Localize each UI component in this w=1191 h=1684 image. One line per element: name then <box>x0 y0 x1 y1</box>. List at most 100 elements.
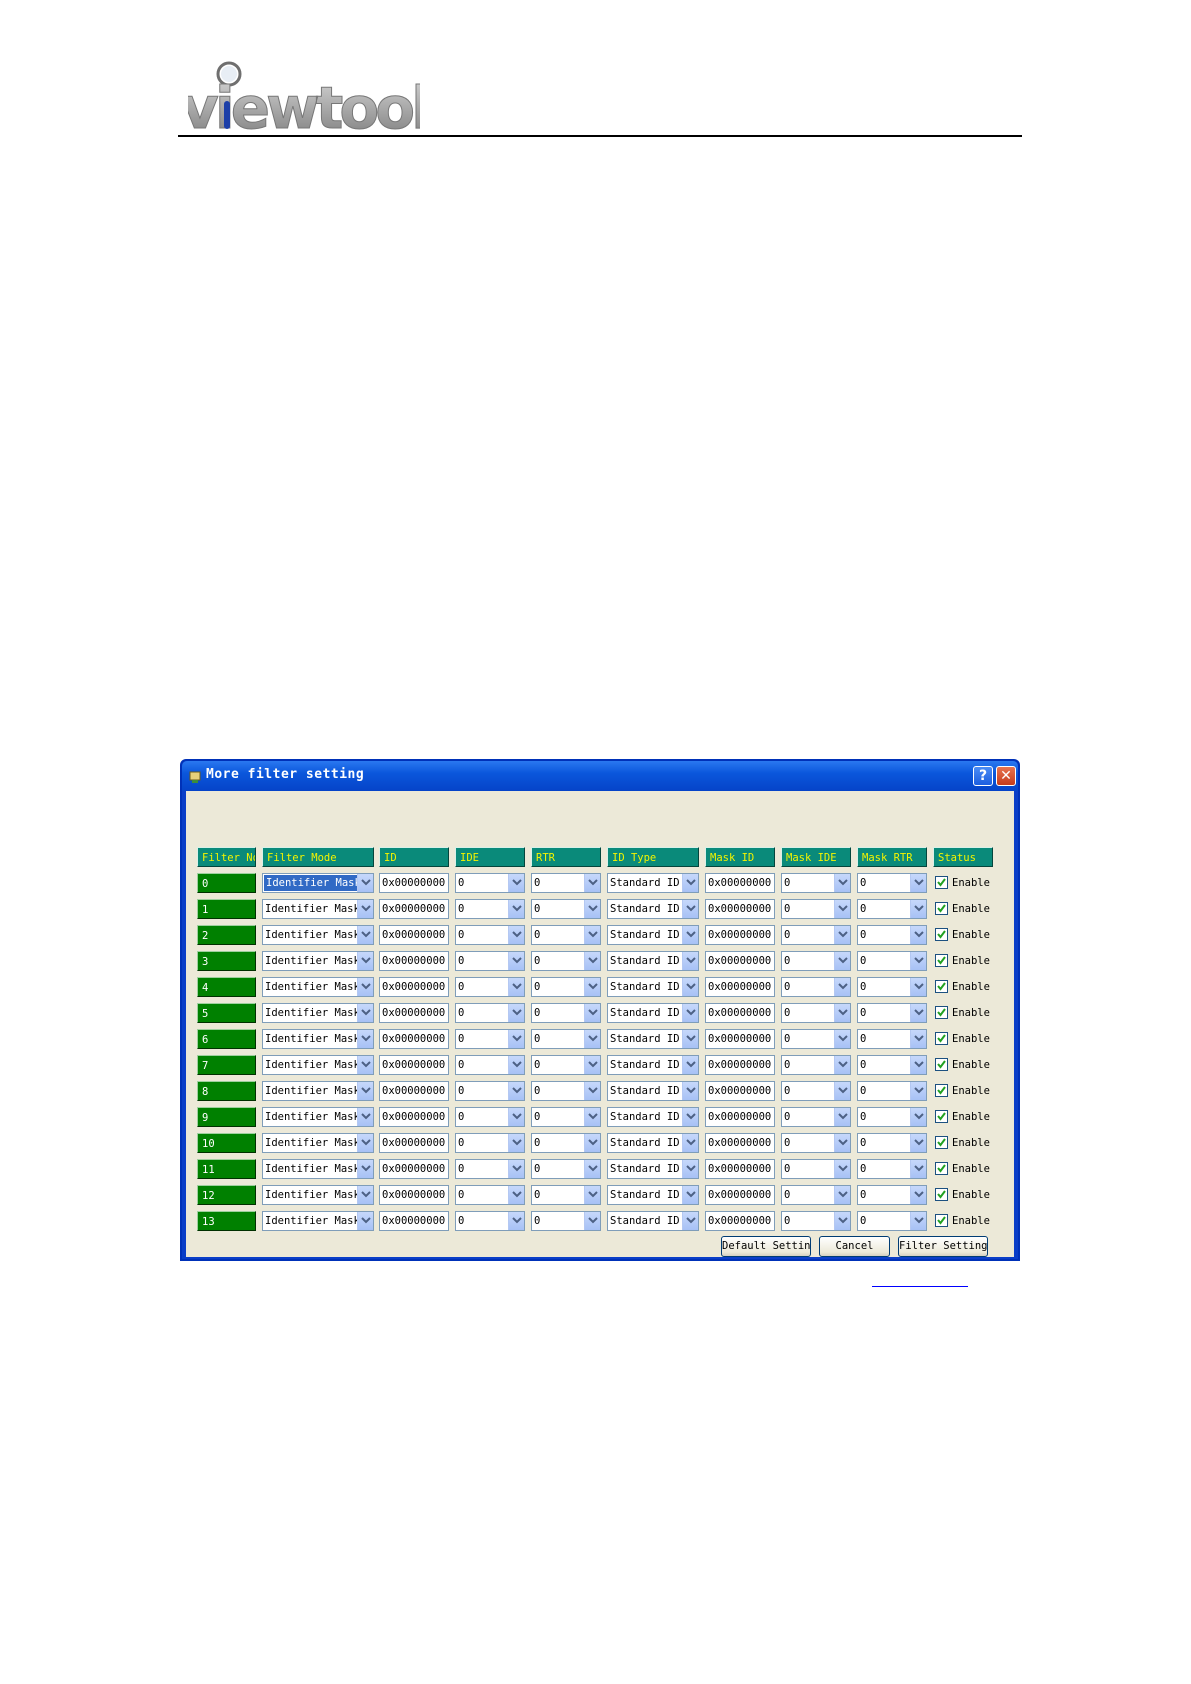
mask-rtr-select[interactable]: 0 <box>857 951 927 971</box>
mask-ide-select[interactable]: 0 <box>781 977 851 997</box>
mask-rtr-select[interactable]: 0 <box>857 1107 927 1127</box>
chevron-down-icon[interactable] <box>834 1004 850 1022</box>
chevron-down-icon[interactable] <box>357 874 373 892</box>
id-type-select[interactable]: Standard ID <box>607 1211 699 1231</box>
chevron-down-icon[interactable] <box>508 1056 524 1074</box>
enable-checkbox[interactable] <box>935 1058 948 1071</box>
id-field[interactable]: 0x00000000 <box>379 1003 449 1023</box>
chevron-down-icon[interactable] <box>834 1186 850 1204</box>
chevron-down-icon[interactable] <box>910 1212 926 1230</box>
mask-ide-select[interactable]: 0 <box>781 1055 851 1075</box>
chevron-down-icon[interactable] <box>682 1108 698 1126</box>
ide-select[interactable]: 0 <box>455 925 525 945</box>
filter-mode-select[interactable]: Identifier Mask <box>262 1055 374 1075</box>
chevron-down-icon[interactable] <box>357 1186 373 1204</box>
id-field[interactable]: 0x00000000 <box>379 1055 449 1075</box>
chevron-down-icon[interactable] <box>910 1082 926 1100</box>
filter-mode-select[interactable]: Identifier Mask <box>262 925 374 945</box>
id-field[interactable]: 0x00000000 <box>379 899 449 919</box>
chevron-down-icon[interactable] <box>682 1056 698 1074</box>
rtr-select[interactable]: 0 <box>531 1185 601 1205</box>
id-field[interactable]: 0x00000000 <box>379 925 449 945</box>
filter-mode-select[interactable]: Identifier Mask <box>262 899 374 919</box>
mask-id-field[interactable]: 0x00000000 <box>705 951 775 971</box>
mask-id-field[interactable]: 0x00000000 <box>705 873 775 893</box>
chevron-down-icon[interactable] <box>910 978 926 996</box>
id-field[interactable]: 0x00000000 <box>379 1159 449 1179</box>
chevron-down-icon[interactable] <box>508 1186 524 1204</box>
mask-id-field[interactable]: 0x00000000 <box>705 977 775 997</box>
chevron-down-icon[interactable] <box>834 1056 850 1074</box>
chevron-down-icon[interactable] <box>357 1108 373 1126</box>
rtr-select[interactable]: 0 <box>531 977 601 997</box>
rtr-select[interactable]: 0 <box>531 873 601 893</box>
enable-checkbox[interactable] <box>935 902 948 915</box>
chevron-down-icon[interactable] <box>910 874 926 892</box>
id-type-select[interactable]: Standard ID <box>607 1081 699 1101</box>
mask-rtr-select[interactable]: 0 <box>857 1003 927 1023</box>
mask-rtr-select[interactable]: 0 <box>857 1185 927 1205</box>
chevron-down-icon[interactable] <box>584 1212 600 1230</box>
mask-rtr-select[interactable]: 0 <box>857 873 927 893</box>
mask-ide-select[interactable]: 0 <box>781 1159 851 1179</box>
mask-id-field[interactable]: 0x00000000 <box>705 899 775 919</box>
chevron-down-icon[interactable] <box>584 978 600 996</box>
chevron-down-icon[interactable] <box>682 1212 698 1230</box>
filter-mode-select[interactable]: Identifier Mask <box>262 1081 374 1101</box>
chevron-down-icon[interactable] <box>357 1212 373 1230</box>
id-type-select[interactable]: Standard ID <box>607 1107 699 1127</box>
chevron-down-icon[interactable] <box>357 978 373 996</box>
id-field[interactable]: 0x00000000 <box>379 977 449 997</box>
chevron-down-icon[interactable] <box>682 1004 698 1022</box>
mask-ide-select[interactable]: 0 <box>781 899 851 919</box>
filter-mode-select[interactable]: Identifier Mask <box>262 1159 374 1179</box>
enable-checkbox[interactable] <box>935 1006 948 1019</box>
ide-select[interactable]: 0 <box>455 1107 525 1127</box>
mask-id-field[interactable]: 0x00000000 <box>705 1107 775 1127</box>
enable-checkbox[interactable] <box>935 954 948 967</box>
rtr-select[interactable]: 0 <box>531 951 601 971</box>
mask-ide-select[interactable]: 0 <box>781 951 851 971</box>
chevron-down-icon[interactable] <box>910 1186 926 1204</box>
mask-id-field[interactable]: 0x00000000 <box>705 1211 775 1231</box>
chevron-down-icon[interactable] <box>834 1212 850 1230</box>
chevron-down-icon[interactable] <box>682 952 698 970</box>
id-field[interactable]: 0x00000000 <box>379 1029 449 1049</box>
mask-ide-select[interactable]: 0 <box>781 925 851 945</box>
enable-checkbox[interactable] <box>935 876 948 889</box>
id-field[interactable]: 0x00000000 <box>379 1133 449 1153</box>
id-field[interactable]: 0x00000000 <box>379 951 449 971</box>
rtr-select[interactable]: 0 <box>531 1133 601 1153</box>
id-type-select[interactable]: Standard ID <box>607 873 699 893</box>
filter-mode-select[interactable]: Identifier Mask <box>262 1133 374 1153</box>
chevron-down-icon[interactable] <box>508 926 524 944</box>
mask-rtr-select[interactable]: 0 <box>857 977 927 997</box>
ide-select[interactable]: 0 <box>455 873 525 893</box>
filter-mode-select[interactable]: Identifier Mask <box>262 1211 374 1231</box>
id-field[interactable]: 0x00000000 <box>379 1211 449 1231</box>
default-setting-button[interactable]: Default Setting <box>721 1236 811 1257</box>
mask-rtr-select[interactable]: 0 <box>857 925 927 945</box>
mask-rtr-select[interactable]: 0 <box>857 1133 927 1153</box>
ide-select[interactable]: 0 <box>455 1081 525 1101</box>
chevron-down-icon[interactable] <box>910 1134 926 1152</box>
chevron-down-icon[interactable] <box>682 874 698 892</box>
chevron-down-icon[interactable] <box>584 1108 600 1126</box>
mask-ide-select[interactable]: 0 <box>781 1185 851 1205</box>
chevron-down-icon[interactable] <box>910 1160 926 1178</box>
chevron-down-icon[interactable] <box>910 1056 926 1074</box>
chevron-down-icon[interactable] <box>357 952 373 970</box>
chevron-down-icon[interactable] <box>357 1082 373 1100</box>
rtr-select[interactable]: 0 <box>531 1159 601 1179</box>
chevron-down-icon[interactable] <box>834 1108 850 1126</box>
rtr-select[interactable]: 0 <box>531 1107 601 1127</box>
chevron-down-icon[interactable] <box>834 978 850 996</box>
enable-checkbox[interactable] <box>935 1084 948 1097</box>
ide-select[interactable]: 0 <box>455 1133 525 1153</box>
chevron-down-icon[interactable] <box>508 952 524 970</box>
mask-ide-select[interactable]: 0 <box>781 1211 851 1231</box>
rtr-select[interactable]: 0 <box>531 1055 601 1075</box>
chevron-down-icon[interactable] <box>682 978 698 996</box>
mask-ide-select[interactable]: 0 <box>781 1029 851 1049</box>
filter-mode-select[interactable]: Identifier Mask <box>262 951 374 971</box>
